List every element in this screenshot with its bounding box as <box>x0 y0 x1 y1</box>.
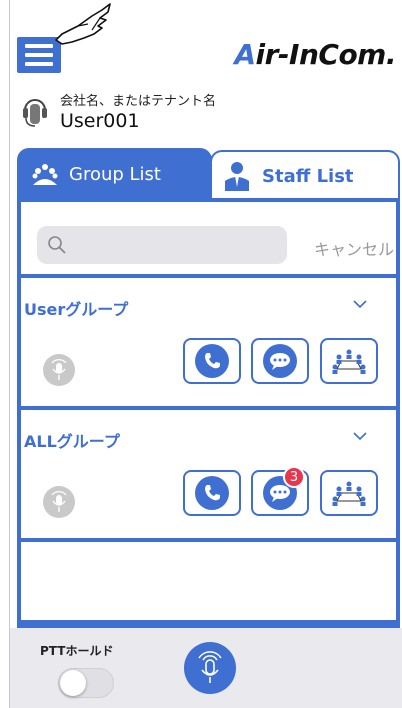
magnifier-icon <box>48 236 66 254</box>
group-people-icon <box>32 164 58 185</box>
call-button[interactable] <box>183 470 241 516</box>
brand-logo: Air-InCom. <box>234 38 396 71</box>
microphone-icon <box>51 359 67 380</box>
tenant-label: 会社名、またはテナント名 <box>60 94 217 109</box>
group-card[interactable]: ALLグループ 3 <box>21 410 396 538</box>
chevron-down-icon[interactable] <box>352 298 368 310</box>
group-mic-status <box>43 354 75 386</box>
tab-staff-list[interactable]: Staff List <box>210 150 400 200</box>
ptt-talk-button[interactable] <box>184 642 236 694</box>
meeting-table-icon <box>332 349 366 374</box>
ptt-footer: PTTホールド <box>10 628 402 708</box>
call-button[interactable] <box>183 338 241 384</box>
meeting-button[interactable] <box>320 470 378 516</box>
user-name: User001 <box>60 110 140 132</box>
headset-icon <box>23 99 47 127</box>
chat-button[interactable] <box>251 338 309 384</box>
phone-icon <box>205 353 220 369</box>
chevron-down-icon[interactable] <box>352 430 368 442</box>
person-icon <box>225 162 249 191</box>
cancel-button[interactable]: キャンセル <box>314 236 394 260</box>
tab-staff-list-label: Staff List <box>262 165 354 187</box>
search-area: キャンセル <box>21 202 396 274</box>
ptt-hold-label: PTTホールド <box>40 644 114 658</box>
unread-badge: 3 <box>283 466 305 488</box>
ptt-hold-toggle[interactable] <box>58 668 114 698</box>
chat-button[interactable]: 3 <box>251 466 309 516</box>
tab-group-list[interactable]: Group List <box>17 148 212 200</box>
chat-bubble-icon <box>270 353 290 370</box>
meeting-button[interactable] <box>320 338 378 384</box>
meeting-table-icon <box>332 481 366 506</box>
chat-bubble-icon <box>270 485 290 502</box>
group-name: ALLグループ <box>24 432 120 451</box>
microphone-icon <box>51 491 67 512</box>
pointing-hand-icon <box>55 3 111 45</box>
search-input[interactable] <box>37 226 287 264</box>
microphone-icon <box>198 651 222 683</box>
group-name: Userグループ <box>24 300 129 319</box>
group-mic-status <box>43 486 75 518</box>
list-empty-area <box>21 542 396 620</box>
tab-group-list-label: Group List <box>69 163 161 185</box>
group-card[interactable]: Userグループ <box>21 278 396 406</box>
group-list-panel: キャンセル Userグループ ALLグループ 3 <box>17 198 400 628</box>
phone-icon <box>205 485 220 501</box>
